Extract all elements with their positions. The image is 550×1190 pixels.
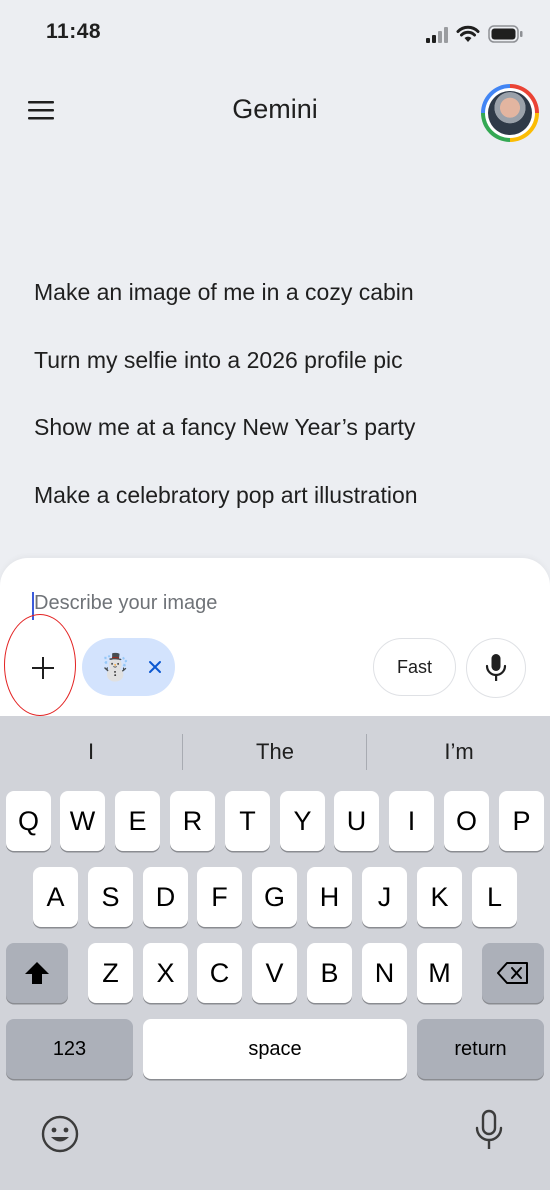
key-i[interactable]: I [389,791,434,851]
microphone-icon [485,654,507,681]
numbers-key[interactable]: 123 [6,1019,133,1079]
suggestion-item[interactable]: Show me at a fancy New Year’s party [34,414,415,441]
key-o[interactable]: O [444,791,489,851]
key-t[interactable]: T [225,791,270,851]
profile-avatar-button[interactable] [481,84,539,142]
key-m[interactable]: M [417,943,462,1003]
key-s[interactable]: S [88,867,133,927]
key-j[interactable]: J [362,867,407,927]
prediction-divider [182,734,183,770]
shift-key[interactable] [6,943,68,1003]
style-chip[interactable]: ☃️ [82,638,175,696]
key-r[interactable]: R [170,791,215,851]
key-f[interactable]: F [197,867,242,927]
space-key[interactable]: space [143,1019,407,1079]
key-a[interactable]: A [33,867,78,927]
key-v[interactable]: V [252,943,297,1003]
wifi-icon [456,25,480,42]
key-b[interactable]: B [307,943,352,1003]
key-k[interactable]: K [417,867,462,927]
emoji-icon[interactable] [39,1113,81,1155]
backspace-icon [497,962,528,984]
composer-panel [0,558,550,718]
key-c[interactable]: C [197,943,242,1003]
close-icon[interactable] [143,655,167,679]
key-x[interactable]: X [143,943,188,1003]
return-key[interactable]: return [417,1019,544,1079]
key-h[interactable]: H [307,867,352,927]
key-n[interactable]: N [362,943,407,1003]
avatar-photo [488,91,532,135]
key-e[interactable]: E [115,791,160,851]
key-d[interactable]: D [143,867,188,927]
delete-key[interactable] [482,943,544,1003]
dictation-mic-icon[interactable] [472,1108,506,1154]
suggestion-item[interactable]: Make a celebratory pop art illustration [34,482,418,509]
status-time: 11:48 [46,20,102,43]
page-title: Gemini [232,94,318,124]
prediction-divider [366,734,367,770]
key-q[interactable]: Q [6,791,51,851]
voice-input-button[interactable] [466,638,526,698]
cellular-signal-icon [426,27,448,43]
key-w[interactable]: W [60,791,105,851]
battery-icon [488,25,523,43]
prompt-input[interactable]: Describe your image [34,592,494,624]
key-y[interactable]: Y [280,791,325,851]
shift-icon [25,962,49,984]
prediction-suggestion[interactable]: The [184,724,366,780]
suggestion-item[interactable]: Make an image of me in a cozy cabin [34,279,414,306]
key-z[interactable]: Z [88,943,133,1003]
prediction-suggestion[interactable]: I [0,724,182,780]
annotation-circle [4,614,76,716]
key-g[interactable]: G [252,867,297,927]
key-p[interactable]: P [499,791,544,851]
suggestion-item[interactable]: Turn my selfie into a 2026 profile pic [34,347,403,374]
prediction-suggestion[interactable]: I’m [368,724,550,780]
key-u[interactable]: U [334,791,379,851]
mode-selector-button[interactable]: Fast [373,638,456,696]
key-l[interactable]: L [472,867,517,927]
snowman-icon: ☃️ [99,652,132,682]
status-bar: 11:48 [0,0,550,70]
